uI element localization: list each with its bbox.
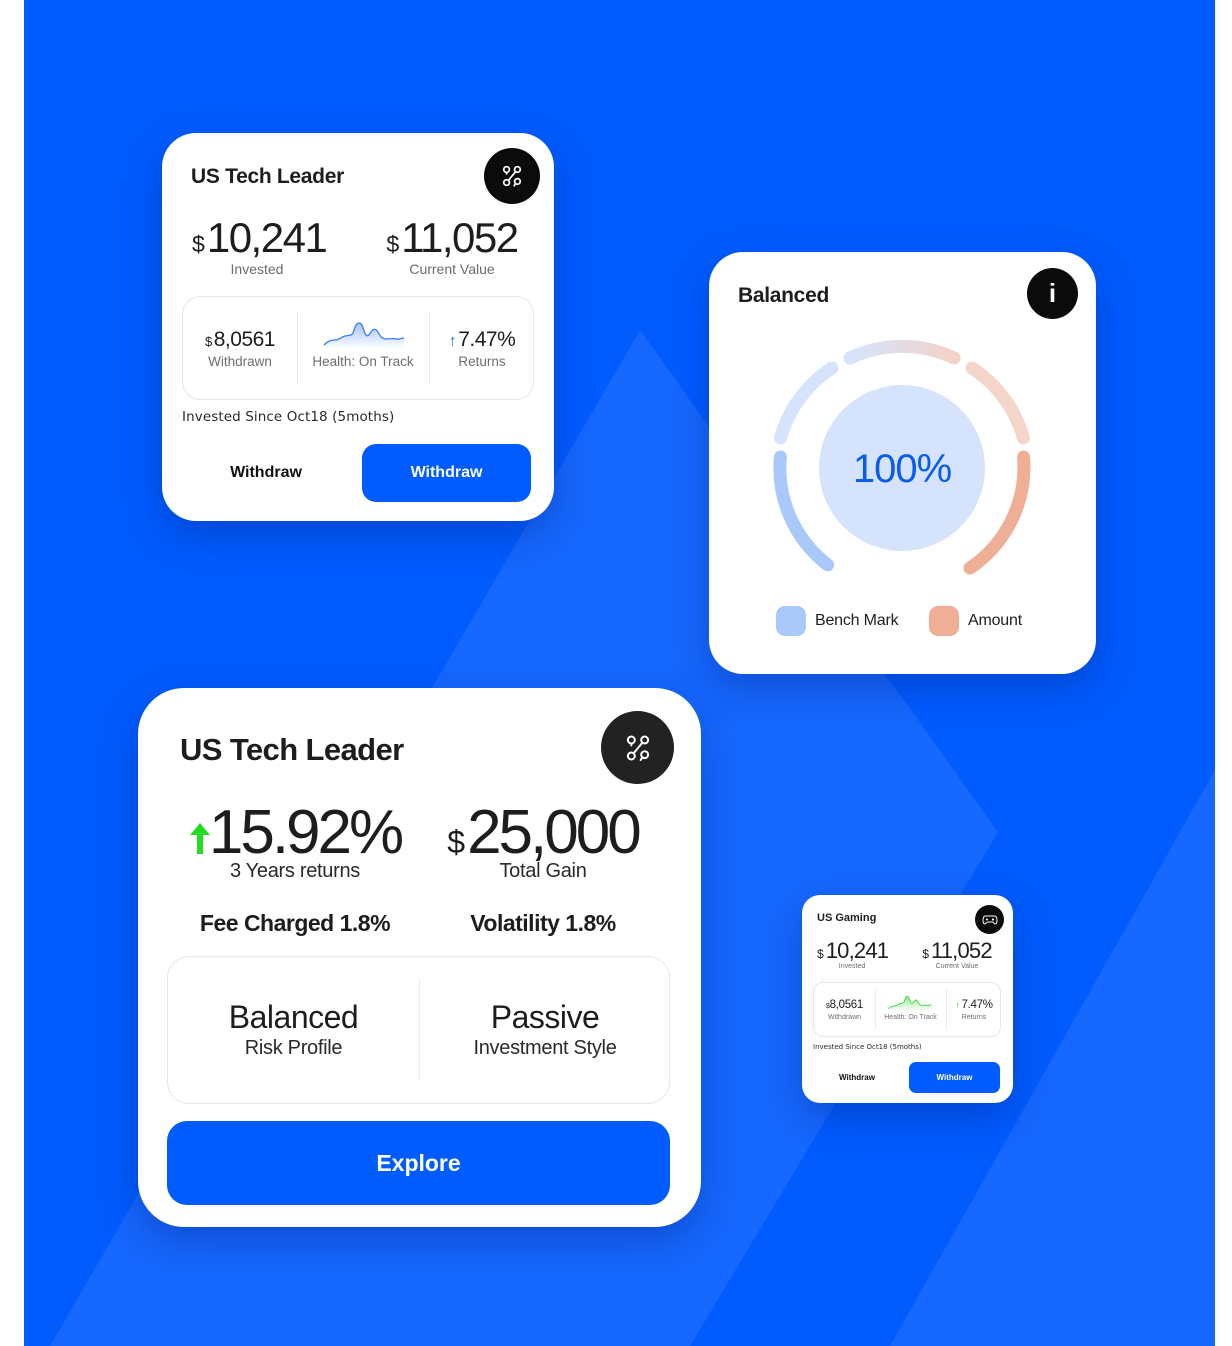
legend-label: Bench Mark (815, 612, 899, 629)
withdrawn-stat: $8,0561 Withdrawn (814, 983, 875, 1036)
current-value-stat: $11,052 Current Value (382, 214, 522, 278)
health-sparkline (888, 995, 932, 1011)
returns-label: Returns (458, 354, 506, 369)
arrow-up-green-icon (189, 823, 210, 854)
route-nodes-button[interactable] (601, 711, 674, 784)
gamepad-button[interactable] (975, 905, 1004, 934)
withdraw-secondary-button[interactable]: Withdraw (817, 1062, 897, 1093)
invested-label: Invested (838, 963, 866, 970)
profile-box: Balanced Risk Profile Passive Investment… (167, 956, 670, 1104)
card-title: US Tech Leader (191, 165, 344, 188)
returns-label: Returns (961, 1014, 987, 1021)
background-canvas: US Tech Leader $10,241 Invested $11,052 … (24, 0, 1215, 1346)
invested-stat: $10,241 Invested (817, 938, 889, 971)
legend-item-benchmark: Bench Mark (776, 606, 899, 636)
balance-gauge: 100% (773, 339, 1031, 575)
total-gain-stat: $25,000 Total Gain (433, 802, 653, 883)
currency-symbol: $ (922, 947, 929, 961)
withdraw-primary-button[interactable]: Withdraw (909, 1062, 1000, 1093)
current-value-label: Current Value (409, 261, 495, 277)
investment-style-value: Passive (490, 999, 600, 1035)
currency-symbol: $ (205, 334, 212, 349)
health-sparkline (323, 322, 405, 349)
investment-style-label: Investment Style (473, 1037, 617, 1059)
withdraw-secondary-button[interactable]: Withdraw (192, 444, 340, 502)
currency-symbol: $ (447, 824, 466, 860)
portfolio-card-us-tech-leader: US Tech Leader $10,241 Invested $11,052 … (162, 133, 554, 521)
risk-profile: Balanced Risk Profile (168, 957, 419, 1103)
info-button[interactable]: i (1027, 268, 1078, 319)
card-title: US Tech Leader (180, 732, 404, 767)
gauge-segment-benchmark-light (774, 361, 839, 445)
gain-value: 25,000 (467, 798, 642, 867)
gauge-value: 100% (853, 447, 952, 491)
gauge-segment-top (843, 339, 961, 365)
fee-charged: Fee Charged 1.8% (199, 910, 391, 936)
three-year-returns-stat: 15.92% 3 Years returns (180, 802, 410, 883)
current-value-stat: $11,052 Current Value (917, 938, 997, 971)
returns-value: 15.92% (208, 798, 404, 867)
legend-swatch-amount (929, 606, 959, 636)
legend-item-amount: Amount (929, 606, 1022, 636)
health-label: Health: On Track (884, 1014, 937, 1021)
invested-since-text: Invested Since Oct18 (5moths) (182, 409, 395, 425)
gauge-segment-amount-light (965, 361, 1030, 445)
returns-stat: ↑7.47% Returns (429, 297, 535, 399)
legend-swatch-benchmark (776, 606, 806, 636)
invested-value: 10,241 (206, 214, 328, 261)
currency-symbol: $ (817, 947, 824, 961)
current-value: 11,052 (401, 214, 519, 261)
risk-profile-label: Risk Profile (244, 1037, 343, 1059)
summary-box: $8,0561 Withdrawn Health: On Track (813, 982, 1001, 1037)
withdrawn-value: 8,0561 (829, 999, 864, 1011)
withdraw-primary-button[interactable]: Withdraw (362, 444, 531, 502)
health-label: Health: On Track (312, 354, 414, 369)
route-nodes-icon (626, 735, 649, 761)
invested-stat: $10,241 Invested (192, 217, 328, 278)
arrow-up-icon: ↑ (955, 1000, 960, 1010)
card-title: US Gaming (817, 912, 877, 924)
card-title: Balanced (738, 284, 829, 307)
invested-value: 10,241 (825, 938, 889, 963)
returns-value: 7.47% (458, 328, 516, 351)
volatility: Volatility 1.8% (470, 910, 616, 936)
arrow-up-icon: ↑ (448, 333, 457, 350)
gamepad-icon (981, 915, 998, 925)
health-stat: Health: On Track (875, 983, 946, 1036)
returns-stat: ↑7.47% Returns (946, 983, 1002, 1036)
currency-symbol: $ (192, 231, 205, 257)
current-value: 11,052 (930, 938, 993, 963)
invested-label: Invested (230, 261, 284, 277)
currency-symbol: $ (386, 231, 400, 257)
withdrawn-label: Withdrawn (827, 1014, 862, 1021)
portfolio-card-us-gaming: US Gaming $10,241 Invested $11,052 Curre… (802, 895, 1013, 1103)
current-value-label: Current Value (935, 963, 979, 970)
summary-box: $8,0561 Withdrawn Health: On Track (182, 296, 534, 400)
balanced-gauge-card: Balanced i 100% Bench Mark Amount (709, 252, 1096, 674)
withdrawn-stat: $8,0561 Withdrawn (183, 297, 297, 399)
legend-label: Amount (968, 612, 1022, 629)
portfolio-detail-card-us-tech-leader: US Tech Leader 15.92% 3 Years returns $2… (138, 688, 701, 1227)
withdrawn-label: Withdrawn (208, 354, 272, 369)
route-nodes-button[interactable] (484, 148, 540, 204)
investment-style: Passive Investment Style (419, 957, 671, 1103)
explore-button[interactable]: Explore (167, 1121, 670, 1205)
risk-profile-value: Balanced (228, 999, 359, 1035)
invested-since-text: Invested Since Oct18 (5moths) (813, 1043, 922, 1051)
info-icon: i (1048, 278, 1057, 308)
returns-value: 7.47% (961, 999, 993, 1011)
health-stat: Health: On Track (297, 297, 429, 399)
withdrawn-value: 8,0561 (213, 328, 276, 351)
route-nodes-icon (502, 165, 522, 187)
